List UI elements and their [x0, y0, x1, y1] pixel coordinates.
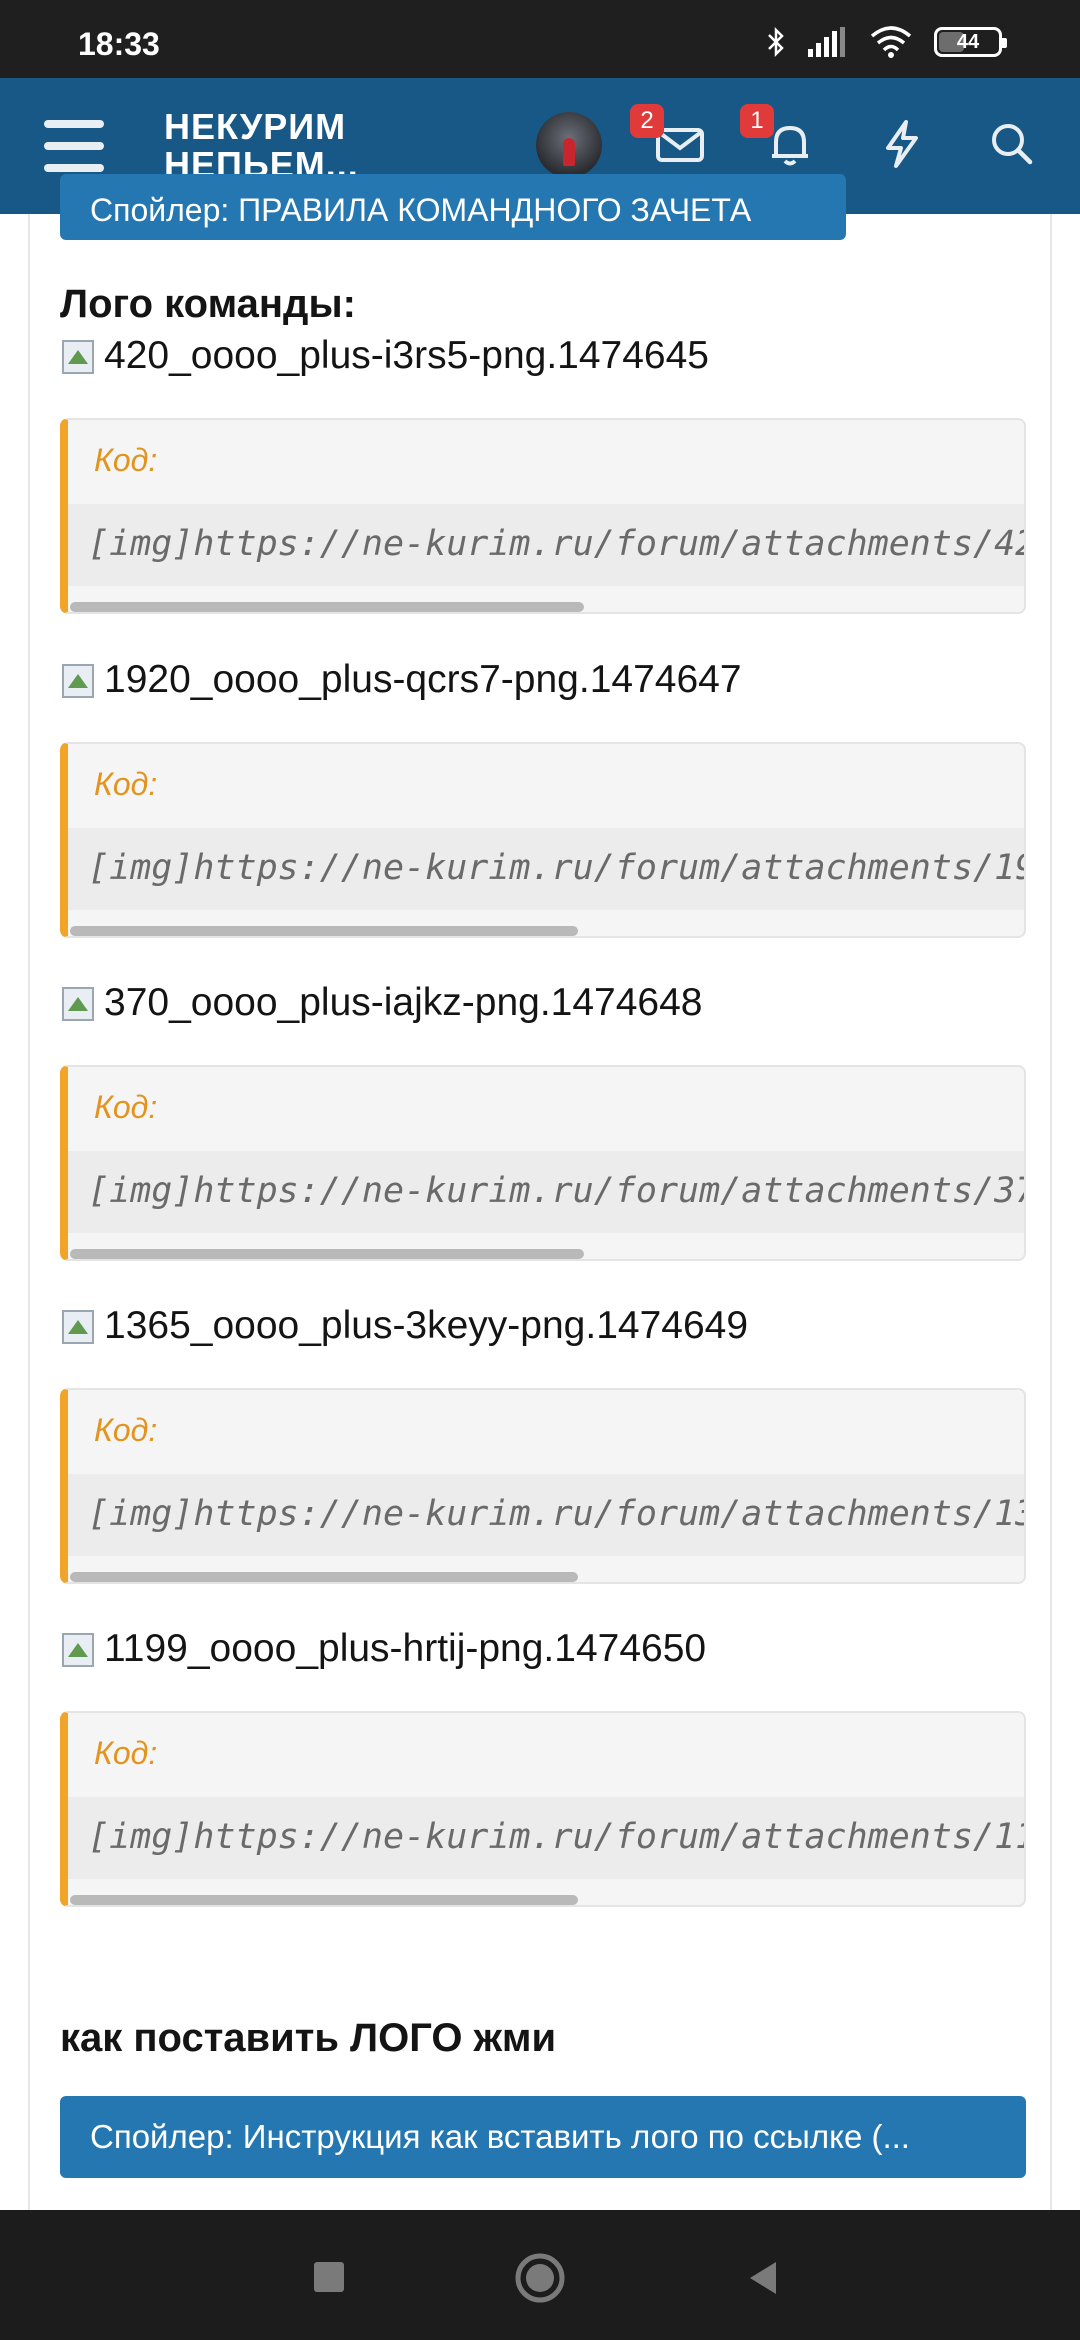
bluetooth-icon	[766, 26, 786, 58]
back-button[interactable]	[736, 2250, 792, 2306]
battery-icon: 44	[934, 27, 1007, 57]
broken-image-icon	[60, 660, 104, 700]
alerts-badge: 1	[740, 104, 774, 138]
image-alt-text: 420_oooo_plus-i3rs5-png.1474645	[104, 334, 709, 377]
recent-apps-button[interactable]	[302, 2250, 358, 2306]
image-link[interactable]: 1199_oooo_plus-hrtij-png.1474650	[60, 1627, 706, 1671]
code-label: Код:	[94, 1412, 158, 1448]
status-bar: 18:33 44	[0, 0, 1080, 78]
search-icon	[992, 124, 1033, 165]
battery-level: 44	[956, 30, 980, 53]
image-alt-text: 1920_oooo_plus-qcrs7-png.1474647	[104, 658, 742, 701]
logo-line-1: НЕКУРИМ	[164, 106, 347, 147]
home-circle-icon	[515, 2253, 565, 2303]
spoiler-rules-button[interactable]: Спойлер: ПРАВИЛА КОМАНДНОГО ЗАЧЕТА	[60, 174, 846, 240]
system-nav-bar	[0, 2210, 1080, 2340]
back-triangle-icon	[750, 2262, 776, 2294]
code-label: Код:	[94, 1089, 158, 1125]
code-block[interactable]: Код: [img]https://ne-kurim.ru/forum/atta…	[60, 1711, 1026, 1907]
code-block[interactable]: Код: [img]https://ne-kurim.ru/forum/atta…	[60, 742, 1026, 938]
whats-new-button[interactable]	[874, 116, 934, 176]
code-block[interactable]: Код: [img]https://ne-kurim.ru/forum/atta…	[60, 418, 1026, 614]
code-scrollbar[interactable]	[70, 1895, 578, 1905]
messages-button[interactable]: 2	[630, 104, 712, 176]
image-link[interactable]: 420_oooo_plus-i3rs5-png.1474645	[60, 334, 709, 378]
wifi-icon	[870, 26, 912, 58]
post-content: Спойлер: ПРАВИЛА КОМАНДНОГО ЗАЧЕТА Лого …	[28, 174, 1052, 2210]
code-block[interactable]: Код: [img]https://ne-kurim.ru/forum/atta…	[60, 1065, 1026, 1261]
square-icon	[314, 2262, 344, 2292]
image-alt-text: 1199_oooo_plus-hrtij-png.1474650	[104, 1627, 707, 1670]
code-label: Код:	[94, 1735, 158, 1771]
code-label: Код:	[94, 442, 158, 478]
image-link[interactable]: 370_oooo_plus-iajkz-png.1474648	[60, 981, 702, 1025]
image-alt-text: 1365_oooo_plus-3keyy-png.1474649	[104, 1304, 749, 1347]
image-link[interactable]: 1920_oooo_plus-qcrs7-png.1474647	[60, 658, 742, 702]
alerts-button[interactable]: 1	[740, 104, 822, 176]
code-text[interactable]: [img]https://ne-kurim.ru/forum/attachmen…	[68, 1151, 1024, 1233]
logo-heading: Лого команды:	[60, 282, 356, 326]
search-button[interactable]	[984, 116, 1044, 176]
image-link[interactable]: 1365_oooo_plus-3keyy-png.1474649	[60, 1304, 748, 1348]
code-scrollbar[interactable]	[70, 1249, 584, 1259]
code-text[interactable]: [img]https://ne-kurim.ru/forum/attachmen…	[68, 828, 1024, 910]
status-time: 18:33	[78, 26, 160, 62]
signal-icon	[808, 27, 848, 57]
broken-image-icon	[60, 1629, 104, 1669]
code-block[interactable]: Код: [img]https://ne-kurim.ru/forum/atta…	[60, 1388, 1026, 1584]
image-alt-text: 370_oooo_plus-iajkz-png.1474648	[104, 981, 703, 1024]
code-text[interactable]: [img]https://ne-kurim.ru/forum/attachmen…	[68, 504, 1024, 586]
home-button[interactable]	[512, 2250, 568, 2306]
broken-image-icon	[60, 336, 104, 376]
code-text[interactable]: [img]https://ne-kurim.ru/forum/attachmen…	[68, 1474, 1024, 1556]
broken-image-icon	[60, 1306, 104, 1346]
howto-heading: как поставить ЛОГО жми	[60, 2016, 557, 2060]
code-scrollbar[interactable]	[70, 1572, 578, 1582]
code-label: Код:	[94, 766, 158, 802]
site-logo[interactable]: НЕКУРИМ НЕПЬЕМ...	[164, 108, 359, 184]
lightning-icon	[886, 120, 918, 168]
code-text[interactable]: [img]https://ne-kurim.ru/forum/attachmen…	[68, 1797, 1024, 1879]
status-icons: 44	[766, 26, 1007, 58]
spoiler-instructions-button[interactable]: Спойлер: Инструкция как вставить лого по…	[60, 2096, 1026, 2178]
code-scrollbar[interactable]	[70, 602, 584, 612]
avatar[interactable]	[536, 112, 602, 178]
broken-image-icon	[60, 983, 104, 1023]
code-scrollbar[interactable]	[70, 926, 578, 936]
messages-badge: 2	[630, 104, 664, 138]
hamburger-menu-icon[interactable]	[44, 120, 104, 172]
